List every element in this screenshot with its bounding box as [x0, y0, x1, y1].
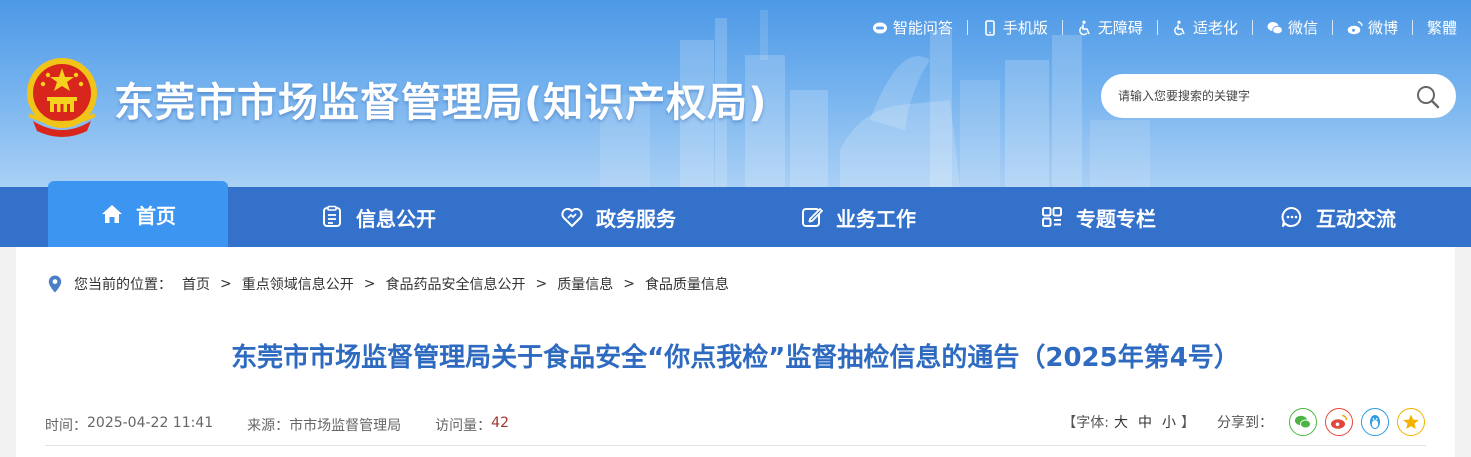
share-label: 分享到：	[1217, 415, 1273, 431]
breadcrumb-separator: >	[623, 276, 635, 292]
search-box	[1101, 74, 1456, 118]
site-title: 东莞市市场监督管理局(知识产权局)	[114, 80, 768, 126]
home-icon	[102, 205, 122, 223]
search-icon[interactable]	[1415, 84, 1441, 110]
header-banner: 智能问答 手机版 无障碍 适老化 微信 微博 繁體 东莞市市场监督管理局(知识产…	[0, 0, 1471, 187]
font-size-label-close: 】	[1181, 415, 1195, 431]
heart-hands-icon	[561, 207, 583, 227]
weibo-icon	[1331, 414, 1348, 429]
toplink-smart-qa[interactable]: 智能问答	[872, 17, 953, 38]
toplink-divider	[1251, 20, 1253, 35]
breadcrumb-link-key-disclosure[interactable]: 重点领域信息公开	[242, 274, 354, 294]
chat-bubble-icon	[1281, 207, 1302, 227]
national-emblem-logo	[27, 58, 97, 137]
chat-robot-icon	[872, 22, 887, 33]
breadcrumb-link-home[interactable]: 首页	[182, 274, 210, 294]
nav-item-label: 业务工作	[836, 206, 916, 231]
toplink-label: 适老化	[1192, 19, 1238, 37]
article-title: 东莞市市场监督管理局关于食品安全“你点我检”监督抽检信息的通告（2025年第4号…	[231, 343, 1240, 373]
visit-count: 42	[491, 415, 509, 431]
nav-item-label: 首页	[136, 203, 176, 228]
toplink-label: 繁體	[1426, 19, 1457, 37]
nav-item-label: 专题专栏	[1076, 206, 1156, 231]
document-list-icon	[323, 205, 341, 227]
breadcrumb: 您当前的位置： 首页 > 重点领域信息公开 > 食品药品安全信息公开 > 质量信…	[48, 274, 729, 294]
share-weibo-button[interactable]	[1325, 408, 1353, 436]
share-qq-button[interactable]	[1361, 408, 1389, 436]
location-pin-icon	[48, 275, 62, 293]
nav-item-home[interactable]: 首页	[48, 181, 228, 247]
toplink-divider	[1331, 20, 1333, 35]
toplink-elderly[interactable]: 适老化	[1172, 17, 1238, 38]
publish-time-label: 时间：	[45, 418, 87, 434]
toplink-traditional-chinese[interactable]: 繁體	[1427, 17, 1457, 38]
breadcrumb-link-food-quality-info[interactable]: 食品质量信息	[645, 274, 729, 294]
nav-item-special-topics[interactable]: 专题专栏	[1008, 187, 1188, 247]
wechat-icon	[1267, 21, 1283, 34]
qq-penguin-icon	[1370, 415, 1380, 429]
share-qzone-button[interactable]	[1397, 408, 1425, 436]
meta-divider	[45, 445, 1426, 446]
toplink-mobile[interactable]: 手机版	[982, 17, 1048, 38]
nav-item-government-services[interactable]: 政务服务	[528, 187, 708, 247]
toplink-label: 微博	[1367, 19, 1398, 37]
toplink-label: 微信	[1287, 19, 1318, 37]
search-input[interactable]	[1118, 89, 1403, 103]
weibo-icon	[1347, 20, 1363, 34]
article-tools: 【字体: 大 中 小 】 分享到：	[1062, 408, 1425, 436]
article-panel: 您当前的位置： 首页 > 重点领域信息公开 > 食品药品安全信息公开 > 质量信…	[16, 247, 1455, 457]
toplink-accessibility[interactable]: 无障碍	[1077, 17, 1143, 38]
toplink-divider	[1061, 20, 1063, 35]
font-size-medium-button[interactable]: 中	[1138, 412, 1152, 432]
font-size-small-button[interactable]: 小	[1162, 412, 1176, 432]
breadcrumb-label: 您当前的位置：	[74, 277, 172, 293]
accessibility-icon	[1079, 20, 1090, 35]
toplink-divider	[1411, 20, 1413, 35]
visits-label: 访问量：	[435, 418, 492, 434]
source-value: 市市场监督管理局	[289, 418, 402, 434]
toplink-label: 无障碍	[1097, 19, 1143, 37]
font-size-label: 【字体:	[1062, 415, 1109, 431]
font-size-large-button[interactable]: 大	[1114, 412, 1128, 432]
elderly-icon	[1174, 20, 1185, 35]
toplink-divider	[966, 20, 968, 35]
wechat-icon	[1295, 415, 1311, 429]
main-nav: 首页 信息公开 政务服务 业务工作 专题专栏 互动交流	[0, 181, 1471, 247]
qzone-star-icon	[1403, 414, 1419, 429]
source-label: 来源：	[247, 418, 290, 434]
nav-item-business-work[interactable]: 业务工作	[768, 187, 948, 247]
top-utility-links: 智能问答 手机版 无障碍 适老化 微信 微博 繁體	[872, 17, 1457, 38]
breadcrumb-separator: >	[535, 276, 548, 292]
toplink-weibo[interactable]: 微博	[1347, 17, 1398, 38]
nav-item-interaction[interactable]: 互动交流	[1248, 187, 1428, 247]
nav-item-label: 互动交流	[1316, 206, 1396, 231]
toplink-wechat[interactable]: 微信	[1267, 17, 1318, 38]
breadcrumb-link-food-drug-safety[interactable]: 食品药品安全信息公开	[385, 274, 525, 294]
nav-item-info-disclosure[interactable]: 信息公开	[288, 187, 468, 247]
mobile-icon	[985, 19, 995, 36]
toplink-label: 智能问答	[892, 19, 953, 37]
edit-icon	[802, 208, 823, 227]
share-wechat-button[interactable]	[1289, 408, 1317, 436]
breadcrumb-link-quality-info[interactable]: 质量信息	[557, 274, 613, 294]
publish-time: 2025-04-22 11:41	[87, 415, 214, 431]
nav-item-label: 政务服务	[596, 206, 676, 231]
nav-item-label: 信息公开	[356, 206, 436, 231]
grid-icon	[1042, 207, 1062, 227]
breadcrumb-separator: >	[363, 276, 376, 292]
toplink-divider	[1156, 20, 1158, 35]
article-meta: 时间： 2025-04-22 11:41 来源： 市市场监督管理局 访问量： 4…	[45, 415, 509, 435]
breadcrumb-separator: >	[220, 276, 232, 292]
toplink-label: 手机版	[1002, 19, 1048, 37]
